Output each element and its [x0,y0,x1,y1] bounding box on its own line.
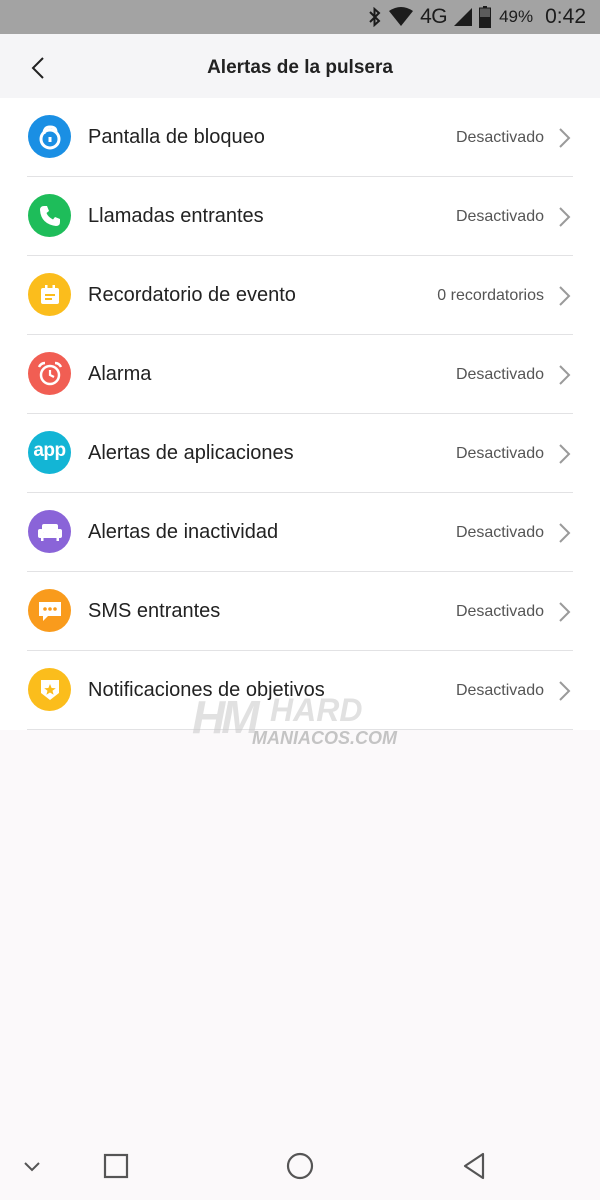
square-icon [103,1153,129,1179]
nav-recents-button[interactable] [98,1150,134,1182]
item-label: Recordatorio de evento [88,284,296,306]
wifi-icon [388,7,414,27]
app-icon-text: app [33,440,66,461]
item-value: Desactivado [455,682,544,699]
watermark-maniacos: MANIACOS.COM [252,728,397,748]
chevron-right-icon [559,365,571,385]
lock-icon [28,115,71,158]
chevron-right-icon [559,444,571,464]
status-bar: 4G 49% 0:42 [0,0,600,34]
list-item-goal-notifications[interactable]: Notificaciones de objetivos Desactivado [0,651,600,730]
nav-collapse-button[interactable] [14,1150,50,1182]
chevron-right-icon [559,207,571,227]
item-label: Alertas de aplicaciones [88,442,294,464]
list-item-incoming-sms[interactable]: SMS entrantes Desactivado [0,572,600,651]
list-item-incoming-calls[interactable]: Llamadas entrantes Desactivado [0,177,600,256]
chevron-left-icon [31,57,44,79]
item-label: Llamadas entrantes [88,205,264,227]
goal-badge-icon [28,668,71,711]
sofa-icon [28,510,71,553]
chevron-right-icon [559,286,571,306]
system-nav-bar [0,1130,600,1200]
list-item-lock-screen[interactable]: Pantalla de bloqueo Desactivado [0,98,600,177]
item-value: Desactivado [455,524,544,541]
item-value: 0 recordatorios [437,287,544,304]
item-label: Notificaciones de objetivos [88,679,325,701]
item-label: SMS entrantes [88,600,221,622]
alerts-list: Pantalla de bloqueo Desactivado Llamadas… [0,98,600,730]
app-header: Alertas de la pulsera [0,34,600,98]
item-value: Desactivado [455,208,544,225]
sms-icon [28,589,71,632]
list-item-alarm[interactable]: Alarma Desactivado [0,335,600,414]
chevron-right-icon [559,602,571,622]
circle-icon [286,1152,314,1180]
back-button[interactable] [18,48,58,88]
page-title: Alertas de la pulsera [207,57,393,78]
alarm-clock-icon [28,352,71,395]
clock: 0:42 [545,5,586,28]
chevron-right-icon [559,681,571,701]
list-item-app-alerts[interactable]: app Alertas de aplicaciones Desactivado [0,414,600,493]
signal-icon [453,7,473,27]
battery-level: 49% [499,7,534,26]
item-value: Desactivado [455,603,544,620]
item-label: Pantalla de bloqueo [88,126,265,148]
chevron-right-icon [559,128,571,148]
nav-back-button[interactable] [456,1150,492,1182]
item-value: Desactivado [455,366,544,383]
calendar-icon [28,273,71,316]
triangle-back-icon [463,1152,485,1180]
list-item-event-reminder[interactable]: Recordatorio de evento 0 recordatorios [0,256,600,335]
phone-icon [28,194,71,237]
battery-icon [479,6,492,28]
app-icon: app [28,431,71,474]
item-value: Desactivado [455,129,544,146]
network-type: 4G [420,5,448,28]
item-value: Desactivado [455,445,544,462]
chevron-down-icon [24,1162,40,1172]
nav-home-button[interactable] [282,1150,318,1182]
item-label: Alertas de inactividad [88,521,279,543]
bluetooth-icon [368,7,382,27]
list-item-inactivity-alerts[interactable]: Alertas de inactividad Desactivado [0,493,600,572]
item-label: Alarma [88,363,152,385]
chevron-right-icon [559,523,571,543]
